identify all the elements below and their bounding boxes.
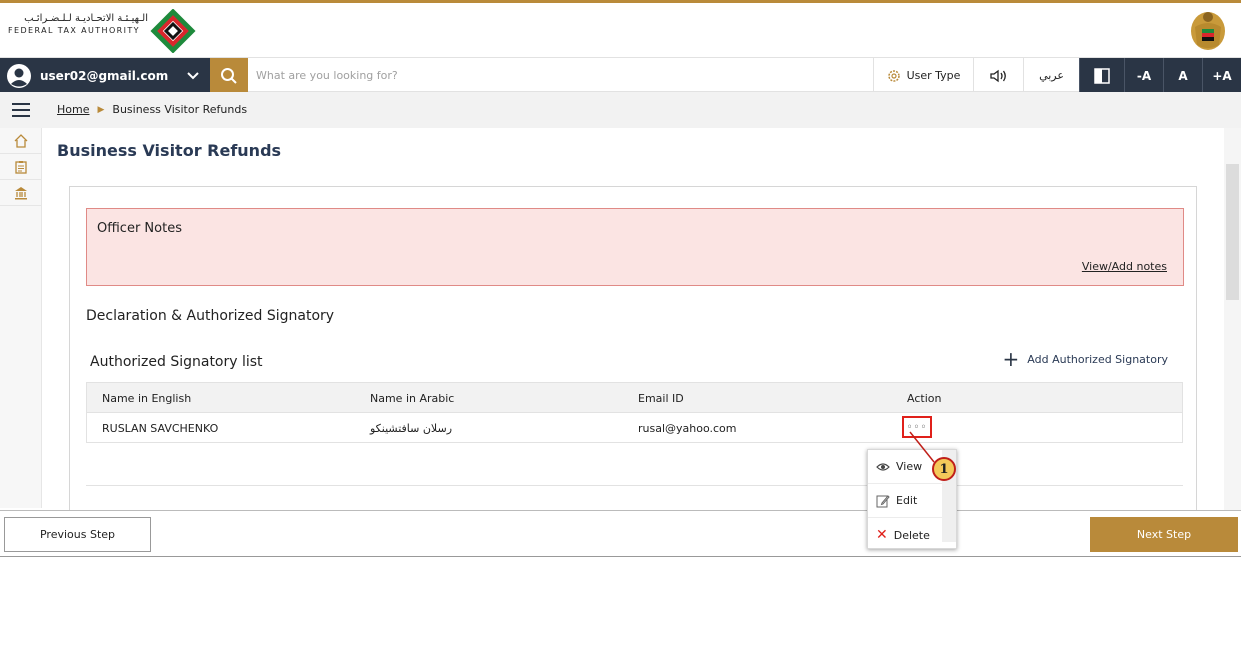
declaration-section-title: Declaration & Authorized Signatory [86, 308, 335, 324]
column-header: Name in English [102, 392, 192, 405]
page-scrollbar[interactable] [1224, 128, 1241, 510]
sidebar-item-bank[interactable] [0, 180, 42, 206]
content-card: Officer Notes View/Add notes Declaration… [69, 186, 1197, 526]
add-signatory-label: Add Authorized Signatory [1027, 352, 1168, 366]
clipboard-icon [15, 160, 27, 174]
previous-step-button[interactable]: Previous Step [4, 517, 151, 552]
breadcrumb-bar: Home ▶ Business Visitor Refunds [0, 92, 1241, 128]
breadcrumb-current: Business Visitor Refunds [112, 103, 248, 116]
app-frame: الـهيـئـة الاتحـاديـة لـلـضـرائـب FEDERA… [0, 0, 1241, 557]
menu-item-label: Delete [893, 528, 930, 542]
column-header: Action [907, 392, 942, 405]
signatory-list-title: Authorized Signatory list [90, 354, 263, 370]
officer-notes-title: Officer Notes [97, 221, 182, 236]
user-type-button[interactable]: User Type [873, 58, 973, 93]
contrast-icon [1094, 67, 1110, 84]
breadcrumb: Home ▶ Business Visitor Refunds [57, 103, 247, 116]
add-signatory-button[interactable]: + Add Authorized Signatory [1003, 349, 1168, 369]
font-decrease-button[interactable]: -A [1124, 58, 1163, 93]
contrast-toggle[interactable] [1079, 58, 1124, 93]
uae-emblem-icon [1191, 12, 1225, 50]
row-action-button[interactable]: ◦◦◦ [902, 416, 932, 438]
logo-arabic-text: الـهيـئـة الاتحـاديـة لـلـضـرائـب [24, 13, 148, 24]
menu-item-label: Edit [896, 494, 918, 507]
menu-item-delete[interactable]: ✕ Delete [868, 518, 942, 552]
cell-email: rusal@yahoo.com [638, 422, 737, 435]
font-normal-button[interactable]: A [1163, 58, 1202, 93]
eye-icon [876, 462, 890, 471]
audio-button[interactable] [973, 58, 1023, 93]
menu-item-edit[interactable]: Edit [868, 484, 942, 518]
column-header: Email ID [638, 392, 684, 405]
font-increase-button[interactable]: +A [1202, 58, 1241, 93]
table-header-row: Name in English Name in Arabic Email ID … [87, 383, 1182, 412]
home-icon [14, 133, 28, 148]
breadcrumb-separator-icon: ▶ [97, 104, 105, 115]
callout-badge: 1 [932, 457, 956, 481]
menu-item-label: View [896, 460, 923, 473]
left-sidebar [0, 128, 42, 508]
speaker-icon [989, 69, 1006, 82]
logo-english-text: FEDERAL TAX AUTHORITY [8, 26, 140, 35]
sidebar-item-home[interactable] [0, 128, 42, 154]
chevron-down-icon [187, 71, 199, 79]
user-email: user02@gmail.com [40, 68, 169, 83]
next-step-button[interactable]: Next Step [1090, 517, 1238, 552]
user-menu[interactable]: user02@gmail.com [0, 58, 210, 93]
sidebar-item-clipboard[interactable] [0, 154, 42, 180]
table-row: RUSLAN SAVCHENKO رسلان سافتشينكو rusal@y… [87, 412, 1182, 442]
fta-logo-text[interactable]: الـهيـئـة الاتحـاديـة لـلـضـرائـب FEDERA… [8, 13, 148, 37]
section-divider [86, 485, 1183, 486]
search-button[interactable] [210, 58, 248, 93]
language-toggle[interactable]: عربي [1023, 58, 1079, 93]
edit-icon [876, 494, 890, 507]
close-icon: ✕ [876, 527, 888, 543]
search-input[interactable] [256, 64, 856, 86]
search-icon [221, 67, 237, 84]
menu-item-view[interactable]: View [868, 450, 942, 484]
fta-logo-icon[interactable] [150, 9, 196, 53]
user-avatar-icon [7, 63, 31, 88]
signatory-table: Name in English Name in Arabic Email ID … [86, 382, 1183, 443]
scrollbar-thumb[interactable] [1226, 164, 1239, 300]
top-toolbar: user02@gmail.com User Type [0, 57, 1241, 93]
breadcrumb-home-link[interactable]: Home [57, 103, 89, 116]
cell-name-english: RUSLAN SAVCHENKO [102, 422, 219, 435]
user-type-label: User Type [906, 69, 961, 82]
page-title: Business Visitor Refunds [57, 141, 282, 160]
officer-notes-panel: Officer Notes View/Add notes [86, 208, 1184, 286]
language-label: عربي [1039, 69, 1064, 82]
cell-name-arabic: رسلان سافتشينكو [370, 422, 453, 435]
view-add-notes-link[interactable]: View/Add notes [1082, 260, 1167, 273]
hamburger-menu-icon[interactable] [12, 102, 30, 118]
more-options-icon: ◦◦◦ [906, 421, 928, 433]
site-header: الـهيـئـة الاتحـاديـة لـلـضـرائـب FEDERA… [0, 3, 1241, 57]
bank-icon [15, 186, 27, 199]
gear-icon [887, 69, 900, 82]
column-header: Name in Arabic [370, 392, 455, 405]
wizard-footer: Previous Step Next Step [0, 510, 1241, 556]
plus-icon: + [1002, 347, 1020, 371]
